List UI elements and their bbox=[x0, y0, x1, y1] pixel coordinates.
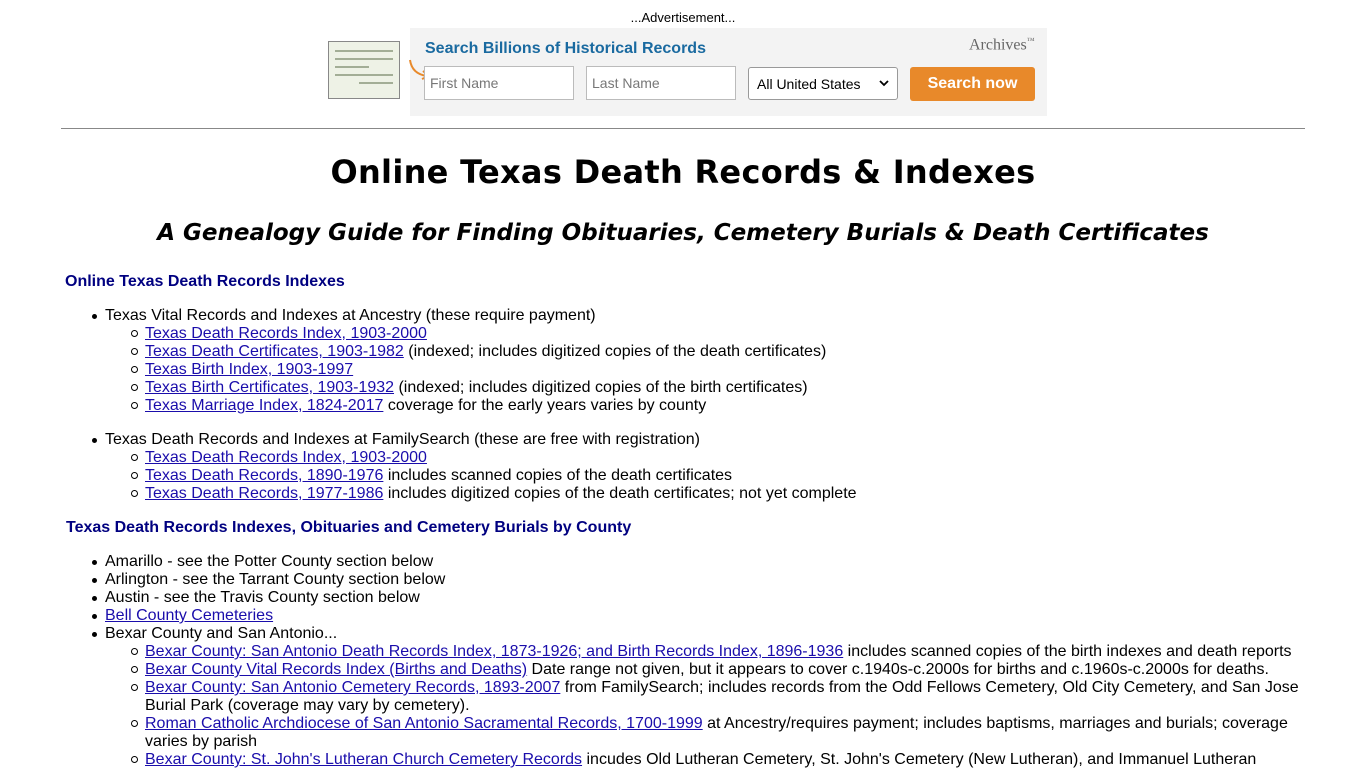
link-fs-death-index[interactable]: Texas Death Records Index, 1903-2000 bbox=[145, 449, 427, 466]
chevron-down-icon bbox=[879, 80, 889, 87]
list-item: Texas Death Records, 1977-1986 includes … bbox=[131, 485, 1320, 503]
link-bexar-cemetery-records[interactable]: Bexar County: San Antonio Cemetery Recor… bbox=[145, 679, 560, 696]
list-item-label: Bexar County and San Antonio... bbox=[105, 625, 338, 642]
list-item: Texas Birth Index, 1903-1997 bbox=[131, 361, 1320, 379]
link-bexar-san-antonio-death-index[interactable]: Bexar County: San Antonio Death Records … bbox=[145, 643, 843, 660]
item-note: includes scanned copies of the death cer… bbox=[383, 467, 733, 484]
list-item-label: Texas Vital Records and Indexes at Ances… bbox=[105, 307, 596, 324]
familysearch-list-block: Texas Death Records and Indexes at Famil… bbox=[92, 431, 1320, 503]
list-item: Bell County Cemeteries bbox=[92, 607, 1320, 625]
link-st-johns-lutheran-records[interactable]: Bexar County: St. John's Lutheran Church… bbox=[145, 751, 582, 768]
list-item-bexar: Bexar County and San Antonio... Bexar Co… bbox=[92, 625, 1320, 769]
list-item-ancestry: Texas Vital Records and Indexes at Ances… bbox=[92, 307, 1320, 415]
county-list-block: Amarillo - see the Potter County section… bbox=[92, 553, 1320, 769]
link-fs-death-records-1890[interactable]: Texas Death Records, 1890-1976 bbox=[145, 467, 383, 484]
page-title: Online Texas Death Records & Indexes bbox=[330, 153, 1036, 191]
list-item: Arlington - see the Tarrant County secti… bbox=[92, 571, 1320, 589]
item-note: Date range not given, but it appears to … bbox=[527, 661, 1269, 678]
list-item: Austin - see the Travis County section b… bbox=[92, 589, 1320, 607]
link-bexar-vital-records-index[interactable]: Bexar County Vital Records Index (Births… bbox=[145, 661, 527, 678]
link-ancestry-birth-index[interactable]: Texas Birth Index, 1903-1997 bbox=[145, 361, 353, 378]
horizontal-divider bbox=[61, 128, 1305, 129]
certificate-thumbnail-icon[interactable] bbox=[328, 41, 400, 99]
list-item-familysearch: Texas Death Records and Indexes at Famil… bbox=[92, 431, 1320, 503]
item-note: (indexed; includes digitized copies of t… bbox=[394, 379, 808, 396]
list-item: Texas Death Records Index, 1903-2000 bbox=[131, 325, 1320, 343]
link-fs-death-records-1977[interactable]: Texas Death Records, 1977-1986 bbox=[145, 485, 383, 502]
list-item: Bexar County: San Antonio Death Records … bbox=[131, 643, 1320, 661]
page-subtitle: A Genealogy Guide for Finding Obituaries… bbox=[157, 220, 1209, 246]
list-item: Texas Death Records Index, 1903-2000 bbox=[131, 449, 1320, 467]
link-ancestry-marriage-index[interactable]: Texas Marriage Index, 1824-2017 bbox=[145, 397, 383, 414]
list-item: Amarillo - see the Potter County section… bbox=[92, 553, 1320, 571]
item-note: incudes Old Lutheran Cemetery, St. John'… bbox=[582, 751, 1257, 768]
list-item: Bexar County: St. John's Lutheran Church… bbox=[131, 751, 1320, 769]
link-bell-county-cemeteries[interactable]: Bell County Cemeteries bbox=[105, 607, 273, 624]
section-heading-by-county: Texas Death Records Indexes, Obituaries … bbox=[66, 519, 632, 536]
ancestry-list-block: Texas Vital Records and Indexes at Ances… bbox=[92, 307, 1320, 415]
list-item: Bexar County: San Antonio Cemetery Recor… bbox=[131, 679, 1320, 715]
link-ancestry-death-certificates[interactable]: Texas Death Certificates, 1903-1982 bbox=[145, 343, 404, 360]
item-note: includes scanned copies of the birth ind… bbox=[843, 643, 1292, 660]
advertisement-label: ...Advertisement... bbox=[630, 10, 736, 25]
list-item: Texas Birth Certificates, 1903-1932 (ind… bbox=[131, 379, 1320, 397]
item-note: coverage for the early years varies by c… bbox=[383, 397, 707, 414]
list-item: Bexar County Vital Records Index (Births… bbox=[131, 661, 1320, 679]
archives-logo[interactable]: Archives™ bbox=[969, 36, 1035, 54]
ad-headline[interactable]: Search Billions of Historical Records bbox=[425, 40, 706, 58]
link-ancestry-death-index[interactable]: Texas Death Records Index, 1903-2000 bbox=[145, 325, 427, 342]
list-item-label: Texas Death Records and Indexes at Famil… bbox=[105, 431, 700, 448]
item-note: (indexed; includes digitized copies of t… bbox=[403, 343, 827, 360]
location-select[interactable]: All United States bbox=[748, 67, 898, 100]
list-item: Roman Catholic Archdiocese of San Antoni… bbox=[131, 715, 1320, 751]
last-name-input[interactable] bbox=[586, 66, 736, 100]
link-ancestry-birth-certificates[interactable]: Texas Birth Certificates, 1903-1932 bbox=[145, 379, 394, 396]
section-heading-indexes: Online Texas Death Records Indexes bbox=[65, 273, 345, 290]
item-note: includes digitized copies of the death c… bbox=[383, 485, 857, 502]
search-now-button[interactable]: Search now bbox=[910, 67, 1035, 101]
list-item: Texas Marriage Index, 1824-2017 coverage… bbox=[131, 397, 1320, 415]
list-item: Texas Death Certificates, 1903-1982 (ind… bbox=[131, 343, 1320, 361]
list-item: Texas Death Records, 1890-1976 includes … bbox=[131, 467, 1320, 485]
link-catholic-archdiocese-records[interactable]: Roman Catholic Archdiocese of San Antoni… bbox=[145, 715, 703, 732]
location-selected-value: All United States bbox=[757, 75, 861, 92]
first-name-input[interactable] bbox=[424, 66, 574, 100]
